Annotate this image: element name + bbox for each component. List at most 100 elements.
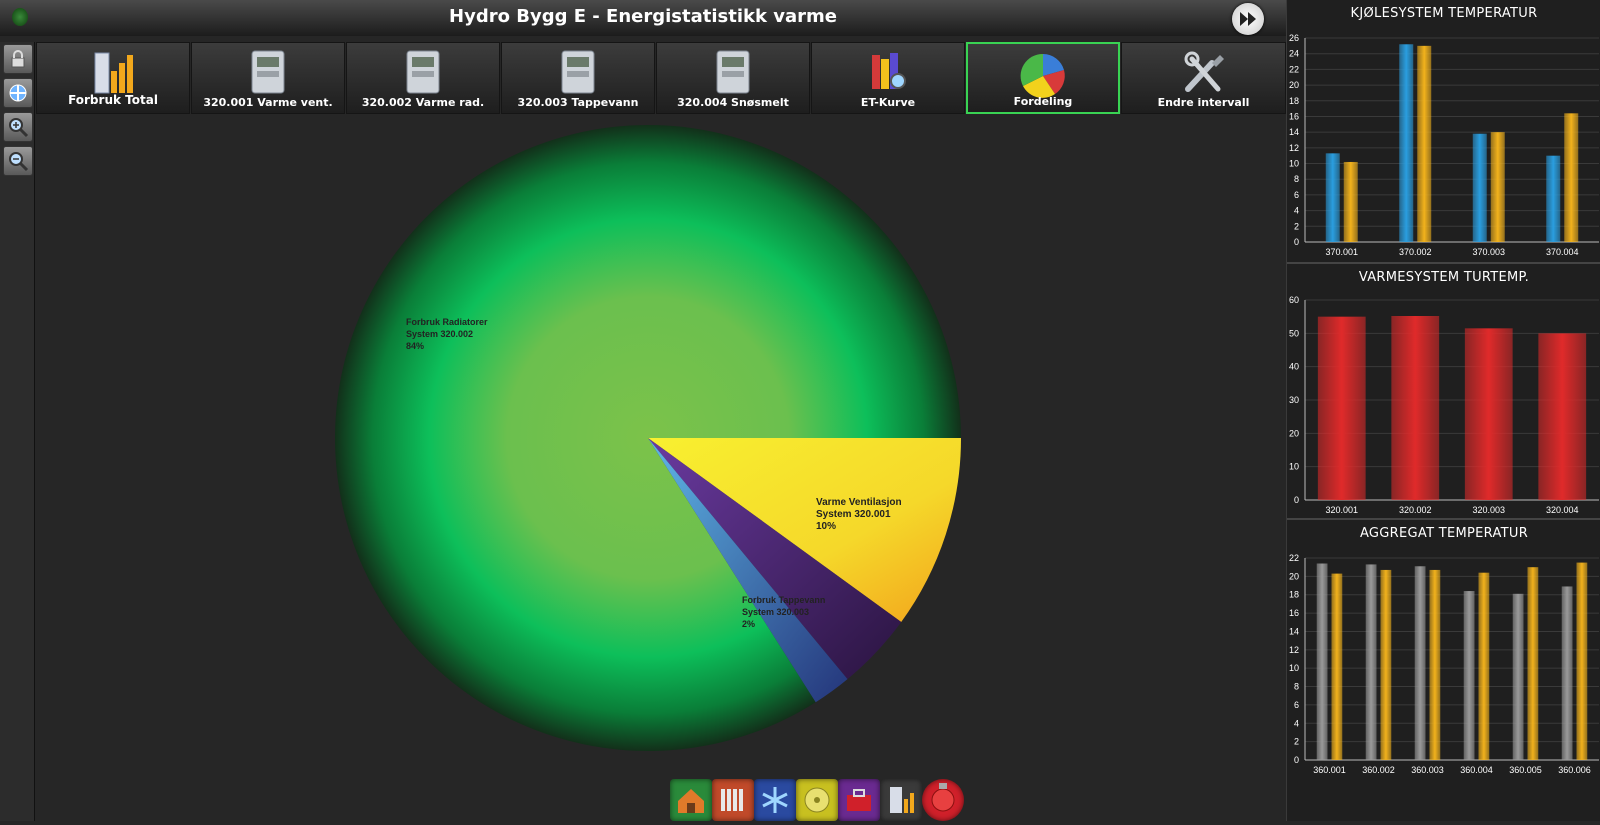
et-kurve-label: ET-Kurve: [860, 96, 916, 109]
x-tick-label: 370.002: [1399, 247, 1432, 257]
fast-forward-button[interactable]: [1232, 3, 1264, 35]
x-tick-label: 320.004: [1546, 505, 1579, 515]
et-kurve-button[interactable]: ET-Kurve: [811, 42, 965, 114]
y-tick-label: 60: [1289, 295, 1299, 305]
y-tick-label: 50: [1289, 328, 1299, 338]
tools-icon: [1184, 51, 1224, 92]
snowflake-icon: [762, 787, 788, 813]
y-tick-label: 22: [1289, 64, 1299, 74]
x-tick-label: 360.005: [1509, 765, 1542, 775]
bar-320.003-series1: [1464, 328, 1513, 500]
zoom-in-icon: [9, 118, 29, 138]
zoom-in-button[interactable]: [3, 112, 33, 142]
bar-360.004-series2: [1478, 572, 1490, 760]
y-tick-label: 22: [1289, 553, 1299, 563]
y-tick-label: 12: [1289, 645, 1299, 655]
house-icon: [678, 789, 704, 813]
y-tick-label: 6: [1294, 190, 1299, 200]
pie-label-radiatorer-value: 84%: [406, 341, 424, 351]
bar-360.004-series1: [1463, 591, 1475, 760]
y-tick-label: 6: [1294, 700, 1299, 710]
snosmelt-label: 320.004 Snøsmelt: [677, 96, 789, 109]
bar-370.003-series2: [1490, 132, 1505, 242]
x-tick-label: 360.004: [1460, 765, 1493, 775]
bar-370.002-series1: [1399, 44, 1414, 243]
bar-chart-icon: [94, 52, 133, 94]
meter-icon: [251, 50, 285, 94]
x-tick-label: 320.001: [1325, 505, 1358, 515]
meter-icon: [406, 50, 440, 94]
y-tick-label: 4: [1294, 206, 1299, 216]
app-dock: [670, 779, 970, 821]
dock-fan-button[interactable]: [796, 779, 838, 821]
varme-rad-label: 320.002 Varme rad.: [361, 96, 485, 109]
y-tick-label: 4: [1294, 718, 1299, 728]
y-tick-label: 20: [1289, 80, 1299, 90]
fordeling-label: Fordeling: [1013, 95, 1073, 108]
distribution-pie-chart: Forbruk Radiatorer System 320.002 84% Va…: [335, 124, 962, 751]
y-tick-label: 10: [1289, 159, 1299, 169]
window-title: Hydro Bygg E - Energistatistikk varme: [449, 6, 837, 27]
snosmelt-button[interactable]: 320.004 Snøsmelt: [656, 42, 810, 114]
bar-370.001-series1: [1325, 153, 1340, 242]
y-tick-label: 8: [1294, 174, 1299, 184]
pie-label-ventilasjon-value: 10%: [816, 521, 836, 532]
varme-vent-button[interactable]: 320.001 Varme vent.: [191, 42, 345, 114]
bar-360.002-series2: [1380, 569, 1392, 760]
fit-button[interactable]: [3, 78, 33, 108]
tappevann-button[interactable]: 320.003 Tappevann: [501, 42, 655, 114]
forbruk-total-label: Forbruk Total: [68, 93, 158, 107]
y-tick-label: 40: [1289, 362, 1299, 372]
aggregat-panel: AGGREGAT TEMPERATUR 0 2 4 6 8 10 12 14 16 18 20 22 3…: [1287, 520, 1600, 820]
bar-360.001-series1: [1316, 563, 1328, 760]
pump-icon: [931, 783, 955, 812]
pie-label-tappevann-line1: Forbruk Tappevann: [742, 595, 825, 605]
tappevann-label: 320.003 Tappevann: [517, 96, 639, 109]
dock-snowflake-button[interactable]: [754, 779, 796, 821]
zoom-out-button[interactable]: [3, 146, 33, 176]
x-tick-label: 370.004: [1546, 247, 1579, 257]
dock-meter-button[interactable]: [880, 779, 922, 821]
dock-toolbox-button[interactable]: [838, 779, 880, 821]
dock-house-button[interactable]: [670, 779, 712, 821]
varmesystem-chart: 0 10 20 30 40 50 60 320.001 320.002 320.003 320.00…: [1289, 295, 1599, 515]
y-tick-label: 16: [1289, 111, 1299, 121]
y-tick-label: 20: [1289, 571, 1299, 581]
x-tick-label: 360.006: [1558, 765, 1591, 775]
pie-label-tappevann-line2: System 320.003: [742, 607, 809, 617]
title-bar: Hydro Bygg E - Energistatistikk varme: [0, 0, 1286, 36]
bar-370.001-series2: [1343, 161, 1358, 242]
y-tick-label: 10: [1289, 462, 1299, 472]
pie-label-radiatorer-line1: Forbruk Radiatorer: [406, 317, 488, 327]
bar-360.005-series2: [1527, 567, 1539, 760]
varmesystem-panel: VARMESYSTEM TURTEMP. 0 10 20 30 40 50 60 320.00…: [1287, 264, 1600, 520]
toolbox-icon: [847, 789, 871, 811]
right-panel: KJØLESYSTEM TEMPERATUR 0 2 4 6 8 10 12 14 16 18 20…: [1286, 0, 1600, 821]
y-tick-label: 18: [1289, 96, 1299, 106]
forbruk-total-button[interactable]: Forbruk Total: [36, 42, 190, 114]
bar-320.001-series1: [1317, 316, 1366, 500]
y-tick-label: 12: [1289, 143, 1299, 153]
kjolesystem-chart: 02468101214161820222426370.001 370.002 370…: [1289, 33, 1599, 257]
meter-icon: [716, 50, 750, 94]
y-tick-label: 18: [1289, 590, 1299, 600]
pie-label-ventilasjon-line1: Varme Ventilasjon: [816, 497, 902, 508]
bar-360.003-series1: [1414, 566, 1426, 760]
y-tick-label: 0: [1294, 755, 1299, 765]
y-tick-label: 2: [1294, 221, 1299, 231]
distribution-chart-area: Forbruk Radiatorer System 320.002 84% Va…: [36, 118, 1286, 768]
y-tick-label: 24: [1289, 49, 1299, 59]
y-tick-label: 10: [1289, 663, 1299, 673]
endre-intervall-button[interactable]: Endre intervall: [1121, 42, 1286, 114]
dock-pump-button[interactable]: [922, 779, 964, 821]
dock-radiator-button[interactable]: [712, 779, 754, 821]
fan-icon: [804, 787, 830, 813]
varme-rad-button[interactable]: 320.002 Varme rad.: [346, 42, 500, 114]
fordeling-button[interactable]: Fordeling: [966, 42, 1120, 114]
y-tick-label: 26: [1289, 33, 1299, 43]
books-icon: [872, 53, 906, 89]
bar-360.002-series1: [1365, 564, 1377, 760]
lock-button[interactable]: [3, 44, 33, 74]
y-tick-label: 14: [1289, 127, 1299, 137]
meter-icon: [890, 787, 914, 813]
